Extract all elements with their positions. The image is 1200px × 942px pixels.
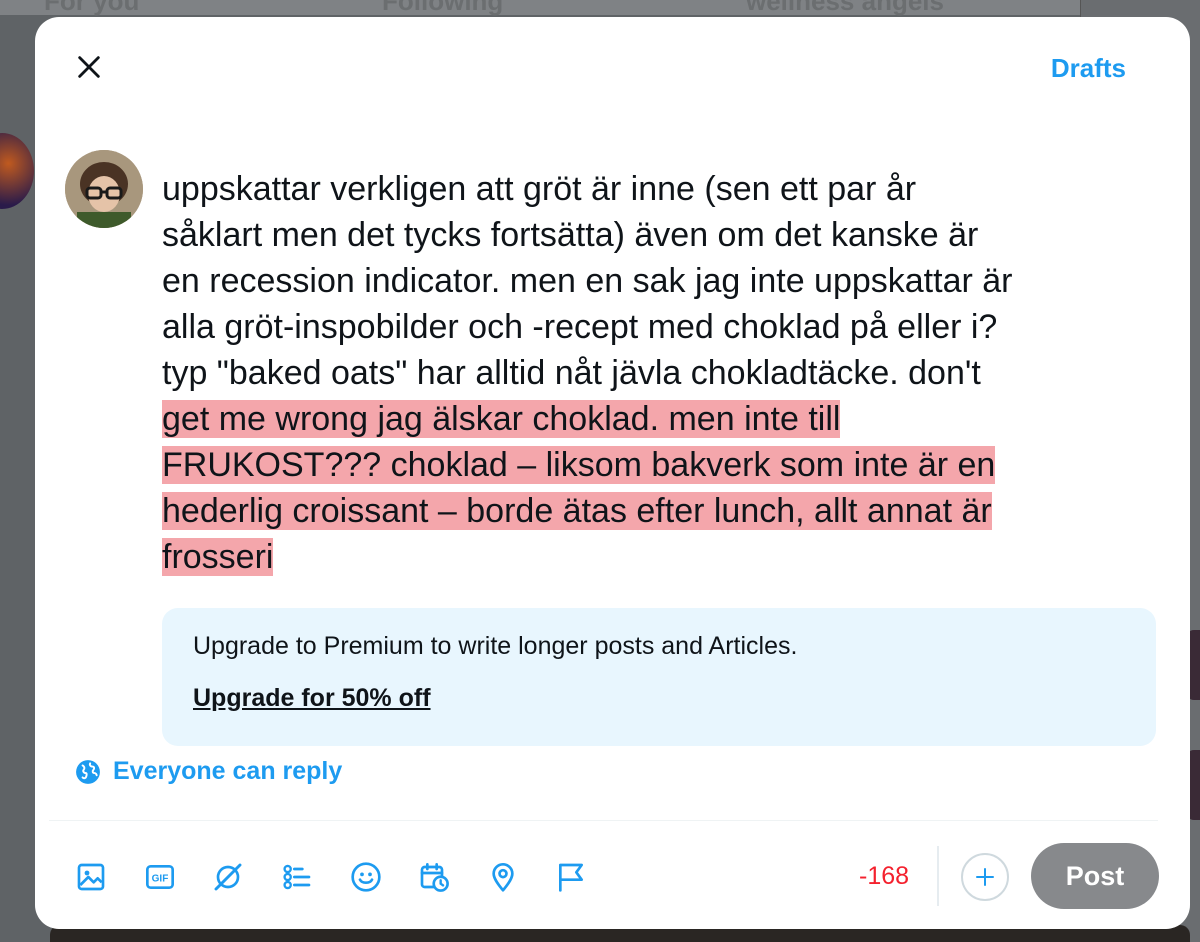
text-line: såklart men det tycks fortsätta) även om… (162, 216, 979, 254)
image-icon (77, 863, 105, 891)
reply-setting-label: Everyone can reply (113, 757, 343, 785)
premium-message: Upgrade to Premium to write longer posts… (193, 632, 798, 660)
media-button[interactable] (57, 847, 126, 907)
plus-icon (976, 868, 994, 886)
globe-icon (76, 759, 100, 784)
background-avatar (0, 133, 34, 209)
close-button[interactable] (69, 47, 109, 87)
text-line-over-limit: hederlig croissant – borde ätas efter lu… (162, 492, 992, 530)
bg-tab-following: Following (382, 0, 504, 16)
text-line-over-limit: frosseri (162, 538, 274, 576)
toolbar-separator (937, 846, 939, 906)
poll-button[interactable] (263, 847, 332, 907)
schedule-icon (420, 863, 450, 892)
character-counter: -168 (859, 862, 910, 890)
location-icon (492, 863, 514, 892)
post-button[interactable]: Post (1031, 843, 1159, 909)
flag-icon (559, 863, 584, 892)
grok-icon (215, 863, 242, 891)
text-line: typ "baked oats" har alltid nåt jävla ch… (162, 354, 981, 392)
text-line-over-limit: get me wrong jag älskar choklad. men int… (162, 400, 841, 438)
text-line-over-limit: FRUKOST??? choklad – liksom bakverk som … (162, 446, 996, 484)
poll-icon (283, 864, 311, 890)
compose-toolbar: GIF (57, 839, 606, 915)
drafts-button[interactable]: Drafts (1051, 53, 1126, 84)
divider (49, 820, 1158, 821)
gif-button[interactable]: GIF (126, 847, 195, 907)
compose-modal: Drafts uppskattar verkligen att gröt är … (35, 17, 1190, 929)
background-header: For you Following wellness angels (0, 0, 1080, 16)
schedule-button[interactable] (400, 847, 469, 907)
close-icon (78, 56, 100, 78)
text-line: alla gröt-inspobilder och -recept med ch… (162, 308, 998, 346)
gif-icon-label: GIF (152, 873, 169, 884)
text-line: uppskattar verkligen att gröt är inne (s… (162, 170, 917, 208)
text-line: en recession indicator. men en sak jag i… (162, 262, 1013, 300)
avatar[interactable] (65, 150, 143, 228)
flag-button[interactable] (537, 847, 606, 907)
emoji-button[interactable] (331, 847, 400, 907)
emoji-icon (351, 862, 381, 892)
grok-button[interactable] (194, 847, 263, 907)
bg-tab-wellness-angels: wellness angels (746, 0, 944, 16)
post-textarea[interactable]: uppskattar verkligen att gröt är inne (s… (162, 166, 1162, 580)
location-button[interactable] (469, 847, 538, 907)
reply-setting-button[interactable]: Everyone can reply (75, 757, 342, 786)
gif-icon: GIF (145, 865, 174, 889)
upgrade-link[interactable]: Upgrade for 50% off (193, 684, 431, 713)
bg-tab-for-you: For you (44, 0, 140, 16)
add-post-button[interactable] (961, 853, 1009, 901)
premium-upsell: Upgrade to Premium to write longer posts… (162, 608, 1156, 746)
avatar-image (65, 150, 143, 228)
